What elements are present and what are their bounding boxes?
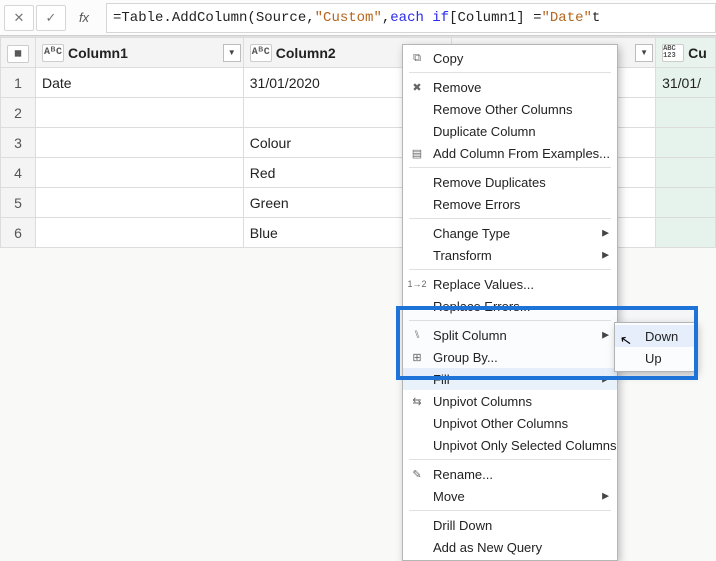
copy-icon: ⧉	[409, 50, 425, 66]
menu-item-replace-values[interactable]: 1→2 Replace Values...	[403, 273, 617, 295]
menu-item-remove-duplicates[interactable]: Remove Duplicates	[403, 171, 617, 193]
column-label: Column1	[68, 45, 128, 61]
row-number: 3	[1, 128, 36, 158]
menu-item-add-as-new-query[interactable]: Add as New Query	[403, 536, 617, 558]
menu-item-move[interactable]: Move▶	[403, 485, 617, 507]
filter-dropdown-button[interactable]: ▼	[223, 44, 241, 62]
formula-text: ,	[382, 10, 390, 26]
chevron-right-icon: ▶	[602, 228, 609, 239]
menu-item-change-type[interactable]: Change Type▶	[403, 222, 617, 244]
cell[interactable]	[656, 188, 716, 218]
formula-bar: ✕ ✓ fx = Table.AddColumn(Source, "Custom…	[0, 0, 716, 36]
unpivot-icon: ⇆	[409, 393, 425, 409]
cell[interactable]	[36, 158, 244, 188]
column-header-column1[interactable]: AᴮC Column1 ▼	[36, 38, 244, 68]
text-type-icon: AᴮC	[42, 44, 64, 62]
menu-separator	[409, 269, 611, 270]
cell[interactable]	[656, 218, 716, 248]
submenu-item-up[interactable]: Up	[615, 347, 695, 369]
row-number: 5	[1, 188, 36, 218]
menu-separator	[409, 459, 611, 460]
menu-separator	[409, 72, 611, 73]
column-label: Cu	[688, 45, 707, 61]
formula-text: t	[592, 10, 600, 26]
formula-text: Table.AddColumn(Source,	[121, 10, 314, 26]
row-number: 4	[1, 158, 36, 188]
menu-item-remove-other[interactable]: Remove Other Columns	[403, 98, 617, 120]
table-icon: ▦	[7, 45, 29, 63]
formula-string: "Date"	[542, 10, 592, 26]
menu-item-fill[interactable]: Fill▶	[403, 368, 617, 390]
formula-keyword: each if	[390, 10, 449, 26]
menu-item-rename[interactable]: ✎ Rename...	[403, 463, 617, 485]
row-number: 2	[1, 98, 36, 128]
formula-string: "Custom"	[315, 10, 382, 26]
menu-separator	[409, 320, 611, 321]
cell[interactable]	[36, 218, 244, 248]
formula-accept-button[interactable]: ✓	[36, 5, 66, 31]
column-header-custom[interactable]: ABC 123 Cu	[656, 38, 716, 68]
menu-item-group-by[interactable]: ⊞ Group By...	[403, 346, 617, 368]
replace-icon: 1→2	[409, 276, 425, 292]
menu-item-duplicate[interactable]: Duplicate Column	[403, 120, 617, 142]
cell[interactable]	[36, 128, 244, 158]
formula-cancel-button[interactable]: ✕	[4, 5, 34, 31]
menu-item-unpivot[interactable]: ⇆ Unpivot Columns	[403, 390, 617, 412]
menu-item-unpivot-other[interactable]: Unpivot Other Columns	[403, 412, 617, 434]
menu-separator	[409, 167, 611, 168]
formula-text: [Column1] =	[449, 10, 541, 26]
menu-item-remove-errors[interactable]: Remove Errors	[403, 193, 617, 215]
cell[interactable]	[36, 98, 244, 128]
any-type-icon: ABC 123	[662, 44, 684, 62]
chevron-right-icon: ▶	[602, 250, 609, 261]
menu-separator	[409, 218, 611, 219]
column-label: Column2	[276, 45, 336, 61]
context-menu: ⧉ Copy ✖ Remove Remove Other Columns Dup…	[402, 44, 618, 561]
cell[interactable]: Date	[36, 68, 244, 98]
column-icon: ▤	[409, 145, 425, 161]
filter-dropdown-button[interactable]: ▼	[635, 44, 653, 62]
cell[interactable]	[36, 188, 244, 218]
group-icon: ⊞	[409, 349, 425, 365]
menu-item-split-column[interactable]: ⑊ Split Column▶	[403, 324, 617, 346]
cell[interactable]	[656, 98, 716, 128]
row-number: 1	[1, 68, 36, 98]
menu-item-transform[interactable]: Transform▶	[403, 244, 617, 266]
split-icon: ⑊	[409, 327, 425, 343]
fx-label: fx	[66, 10, 102, 25]
menu-item-unpivot-selected[interactable]: Unpivot Only Selected Columns	[403, 434, 617, 456]
text-type-icon: AᴮC	[250, 44, 272, 62]
cell[interactable]: 31/01/	[656, 68, 716, 98]
chevron-right-icon: ▶	[602, 374, 609, 385]
menu-item-remove[interactable]: ✖ Remove	[403, 76, 617, 98]
cell[interactable]	[656, 158, 716, 188]
cell[interactable]	[656, 128, 716, 158]
formula-input[interactable]: = Table.AddColumn(Source, "Custom" , eac…	[106, 3, 716, 33]
remove-icon: ✖	[409, 79, 425, 95]
grid-corner[interactable]: ▦	[1, 38, 36, 68]
formula-text: =	[113, 10, 121, 26]
chevron-right-icon: ▶	[602, 491, 609, 502]
menu-item-copy[interactable]: ⧉ Copy	[403, 47, 617, 69]
menu-separator	[409, 510, 611, 511]
row-number: 6	[1, 218, 36, 248]
menu-item-replace-errors[interactable]: Replace Errors...	[403, 295, 617, 317]
rename-icon: ✎	[409, 466, 425, 482]
menu-item-add-from-examples[interactable]: ▤ Add Column From Examples...	[403, 142, 617, 164]
menu-item-drill-down[interactable]: Drill Down	[403, 514, 617, 536]
chevron-right-icon: ▶	[602, 330, 609, 341]
